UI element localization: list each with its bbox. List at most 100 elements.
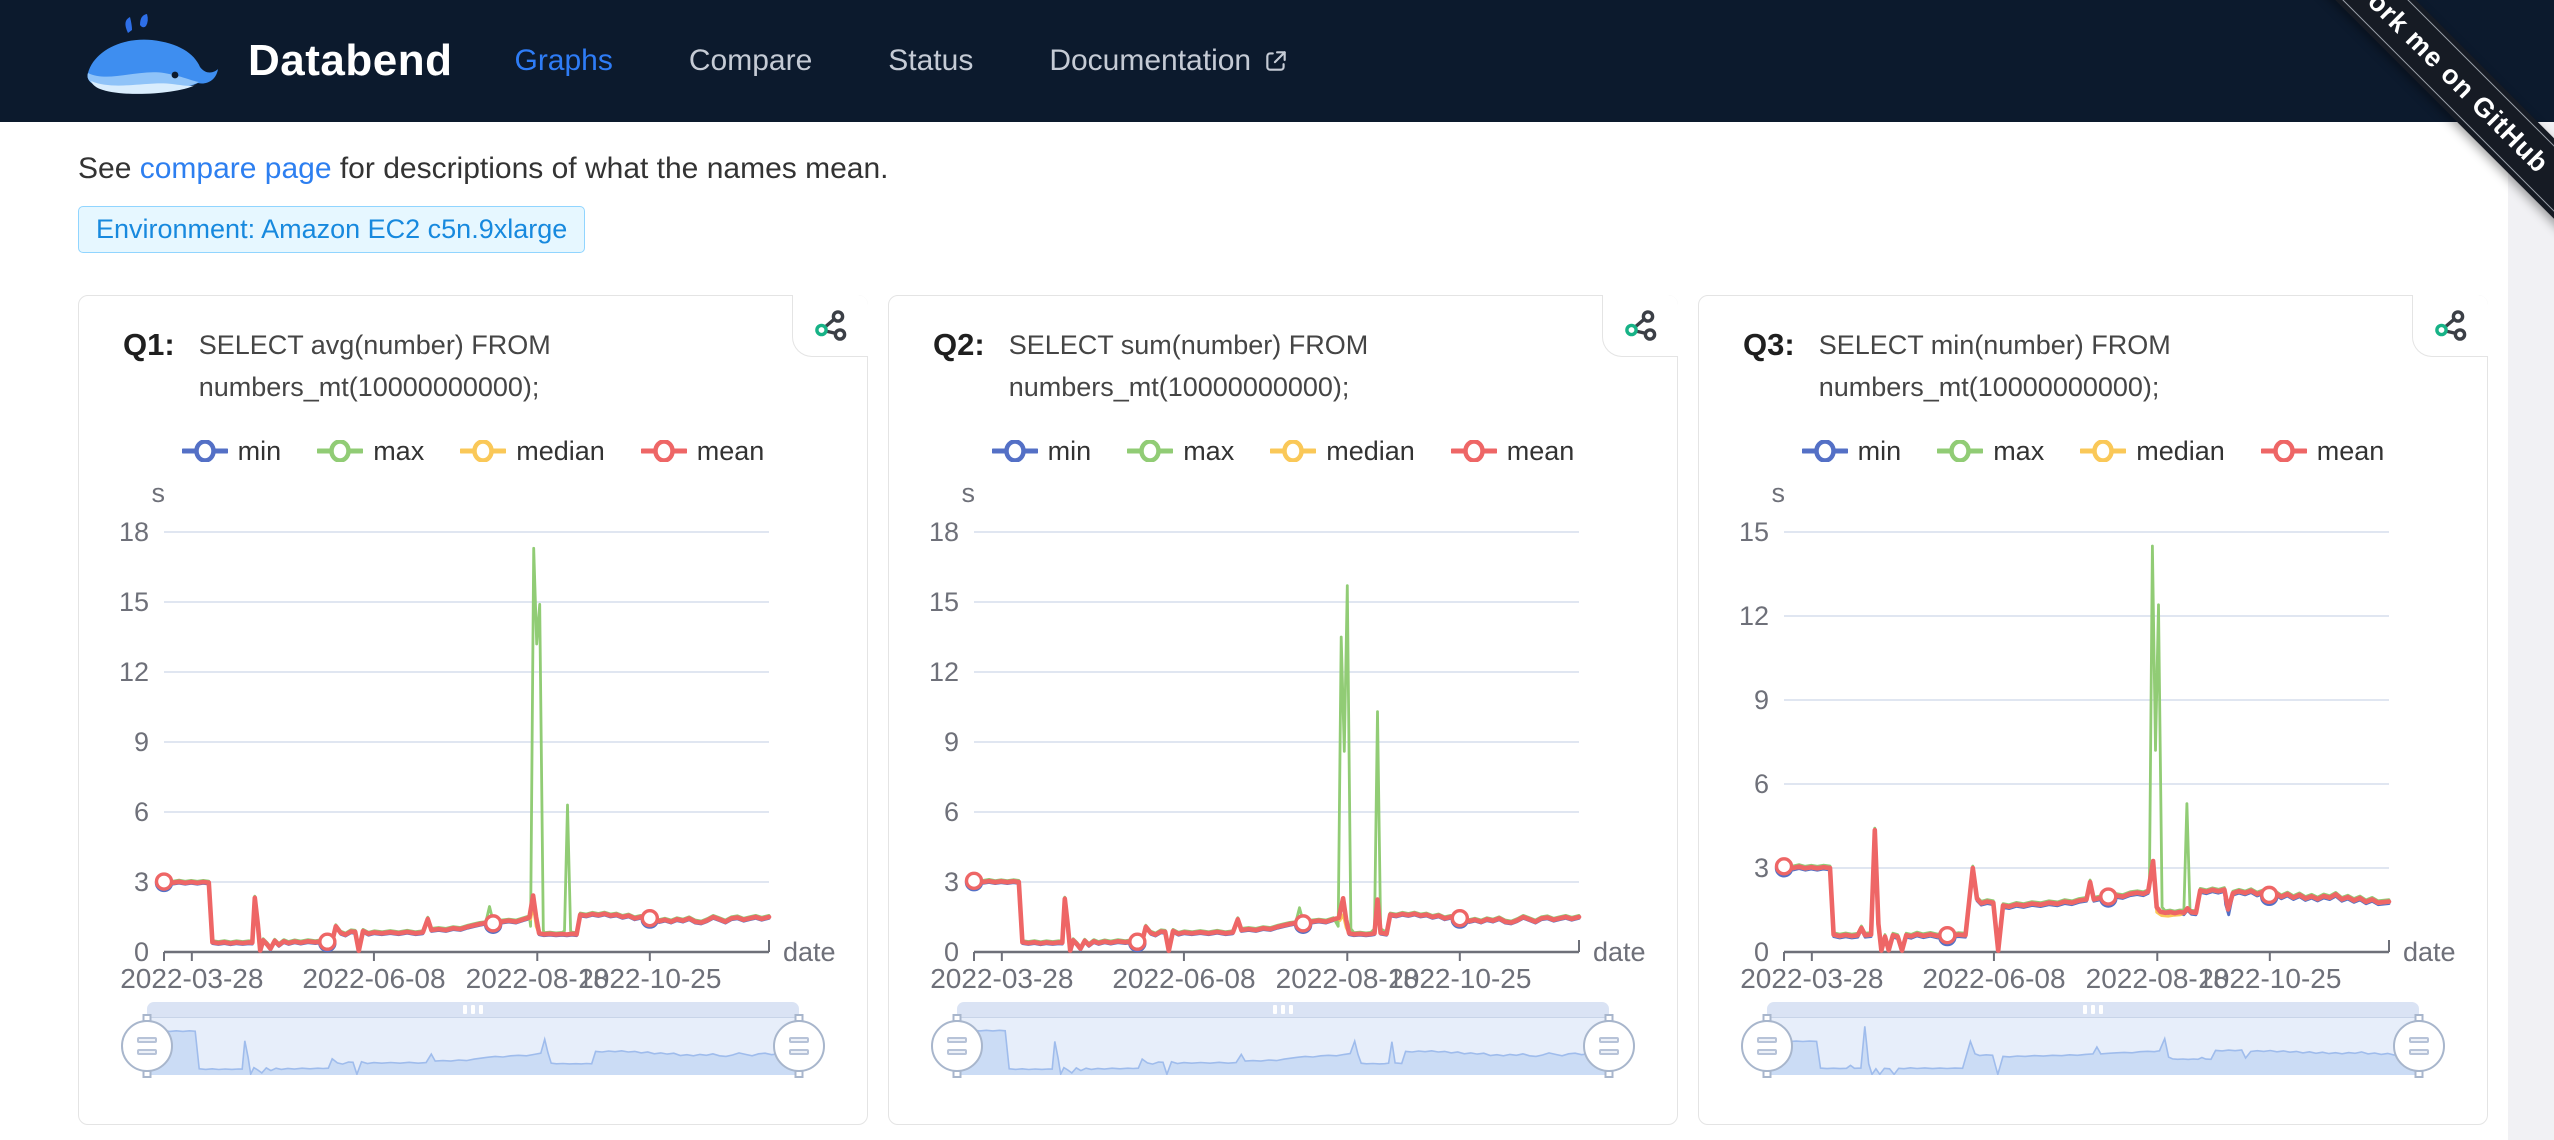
datazoom-track[interactable] <box>1767 1017 2419 1075</box>
move-handle-grip-icon <box>1273 1005 1293 1014</box>
chart-plot: s03691215182022-03-282022-06-082022-08-1… <box>79 472 869 992</box>
query-line: SELECT avg(number) FROM <box>199 330 551 360</box>
handle-grip-icon <box>931 1020 983 1072</box>
legend-item-median[interactable]: median <box>2080 436 2225 467</box>
legend-marker-icon <box>1270 440 1316 462</box>
x-tick-label: 2022-10-25 <box>1388 963 1531 992</box>
query-header: Q1: SELECT avg(number) FROMnumbers_mt(10… <box>79 296 867 408</box>
query-label: Q1: <box>123 324 175 408</box>
datazoom-handle-right[interactable] <box>2392 1017 2446 1075</box>
y-tick-label: 3 <box>1754 853 1769 883</box>
chart-plot: s03691215182022-03-282022-06-082022-08-1… <box>889 472 1679 992</box>
brand-link[interactable]: Databend <box>78 11 452 111</box>
legend-label: min <box>238 436 282 467</box>
legend-item-median[interactable]: median <box>460 436 605 467</box>
x-tick-label: 2022-10-25 <box>578 963 721 992</box>
legend-marker-icon <box>2261 440 2307 462</box>
intro-suffix: for descriptions of what the names mean. <box>332 152 889 185</box>
datazoom-move-handle[interactable] <box>1767 1002 2419 1017</box>
x-tick-label: 2022-06-08 <box>1922 963 2065 992</box>
series-line-mean <box>1784 830 2389 950</box>
github-ribbon-wrap: Fork me on GitHub <box>2094 0 2554 420</box>
external-link-icon <box>1263 48 1289 74</box>
legend-label: mean <box>2317 436 2385 467</box>
query-line: numbers_mt(10000000000); <box>1009 372 1350 402</box>
x-axis-name: date <box>783 937 836 967</box>
datazoom-move-handle[interactable] <box>957 1002 1609 1017</box>
legend-item-median[interactable]: median <box>1270 436 1415 467</box>
legend: min max median mean <box>889 434 1677 468</box>
legend: min max median mean <box>1699 434 2487 468</box>
chart-card-q2: Q2: SELECT sum(number) FROM numbers_mt(10… <box>888 295 1678 1125</box>
y-tick-label: 15 <box>929 587 959 617</box>
nav-item-label: Compare <box>689 44 812 78</box>
intro-prefix: See <box>78 152 140 185</box>
data-point-marker-mean <box>1452 911 1467 926</box>
legend-label: max <box>373 436 424 467</box>
legend-item-min[interactable]: min <box>992 436 1092 467</box>
series-line-mean <box>164 882 769 951</box>
ribbon-label: Fork me on GitHub <box>2266 0 2554 263</box>
query-text: SELECT avg(number) FROMnumbers_mt(100000… <box>199 324 551 408</box>
datazoom-track[interactable] <box>147 1017 799 1075</box>
datazoom-handle-left[interactable] <box>1740 1017 1794 1075</box>
datazoom-handle-left[interactable] <box>930 1017 984 1075</box>
y-tick-label: 15 <box>119 587 149 617</box>
y-tick-label: 6 <box>134 797 149 827</box>
data-point-marker-mean <box>320 934 335 949</box>
query-label: Q2: <box>933 324 985 408</box>
environment-badge: Environment: Amazon EC2 c5n.9xlarge <box>78 206 585 253</box>
whale-eye <box>172 72 179 79</box>
legend-label: mean <box>697 436 765 467</box>
legend-item-max[interactable]: max <box>1937 436 2044 467</box>
y-tick-label: 18 <box>929 517 959 547</box>
share-button[interactable] <box>1602 295 1678 357</box>
x-tick-label: 2022-03-28 <box>120 963 263 992</box>
nav-item-status[interactable]: Status <box>888 44 973 78</box>
y-tick-label: 6 <box>944 797 959 827</box>
legend-marker-icon <box>1937 440 1983 462</box>
main-nav: Graphs Compare Status Documentation <box>514 44 1289 78</box>
chart-canvas: s03691215182022-03-282022-06-082022-08-1… <box>889 472 1679 992</box>
x-tick-label: 2022-03-28 <box>930 963 1073 992</box>
legend-label: median <box>1326 436 1415 467</box>
datazoom-slider[interactable] <box>147 1002 799 1088</box>
legend-item-min[interactable]: min <box>182 436 282 467</box>
legend-item-min[interactable]: min <box>1802 436 1902 467</box>
legend-item-max[interactable]: max <box>317 436 424 467</box>
y-axis-name: s <box>962 478 976 508</box>
share-button[interactable] <box>792 295 868 357</box>
move-handle-grip-icon <box>2083 1005 2103 1014</box>
data-point-marker-mean <box>1296 916 1311 931</box>
data-point-marker-mean <box>642 911 657 926</box>
datazoom-handle-right[interactable] <box>772 1017 826 1075</box>
legend-item-mean[interactable]: mean <box>1451 436 1575 467</box>
databend-whale-logo <box>78 11 228 111</box>
y-axis-name: s <box>152 478 166 508</box>
legend-item-mean[interactable]: mean <box>641 436 765 467</box>
query-line: SELECT sum(number) FROM <box>1009 330 1369 360</box>
legend-item-mean[interactable]: mean <box>2261 436 2385 467</box>
data-point-marker-mean <box>1130 934 1145 949</box>
y-axis-name: s <box>1772 478 1786 508</box>
data-point-marker-mean <box>1777 859 1792 874</box>
y-tick-label: 18 <box>119 517 149 547</box>
data-point-marker-mean <box>1940 928 1955 943</box>
datazoom-slider[interactable] <box>957 1002 1609 1088</box>
nav-item-documentation[interactable]: Documentation <box>1049 44 1289 78</box>
datazoom-handle-left[interactable] <box>120 1017 174 1075</box>
datazoom-handle-right[interactable] <box>1582 1017 1636 1075</box>
legend-item-max[interactable]: max <box>1127 436 1234 467</box>
nav-item-graphs[interactable]: Graphs <box>514 44 612 78</box>
fork-me-on-github-ribbon[interactable]: Fork me on GitHub <box>2262 0 2554 266</box>
nav-item-label: Graphs <box>514 44 612 78</box>
compare-page-link[interactable]: compare page <box>140 152 332 185</box>
legend-marker-icon <box>1802 440 1848 462</box>
share-icon <box>1623 308 1659 344</box>
data-point-marker-mean <box>486 916 501 931</box>
datazoom-track[interactable] <box>957 1017 1609 1075</box>
nav-item-compare[interactable]: Compare <box>689 44 812 78</box>
series-line-max <box>164 548 769 949</box>
datazoom-move-handle[interactable] <box>147 1002 799 1017</box>
datazoom-slider[interactable] <box>1767 1002 2419 1088</box>
